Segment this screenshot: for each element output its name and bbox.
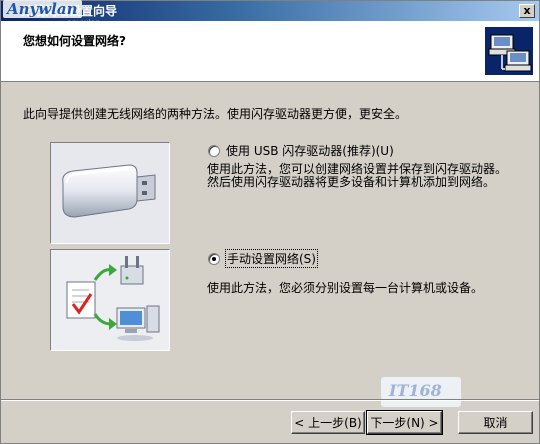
option-usb[interactable]: 使用 USB 闪存驱动器(推荐)(U)	[208, 142, 394, 159]
page-title: 您想如何设置网络?	[23, 34, 126, 48]
wizard-header: 您想如何设置网络?	[1, 21, 539, 82]
usb-option-description: 使用此方法，您可以创建网络设置并保存到闪存驱动器。然后使用闪存驱动器将更多设备和…	[207, 162, 508, 189]
back-button[interactable]: < 上一步(B)	[291, 411, 365, 434]
router-icon	[120, 256, 144, 285]
wizard-window: 无线网络设置向导 Anywlan anywlan x 您想如何设置网络? 此向导…	[0, 0, 540, 444]
usb-drive-illustration	[50, 142, 170, 244]
cancel-button[interactable]: 取消	[458, 411, 533, 434]
usb-drive-icon	[62, 164, 156, 218]
arrow-icon	[93, 264, 117, 330]
option-manual[interactable]: 手动设置网络(S)	[208, 249, 318, 268]
close-button[interactable]: x	[519, 4, 535, 18]
manual-option-description: 使用此方法，您必须分别设置每一台计算机或设备。	[207, 281, 484, 295]
manual-option-label[interactable]: 手动设置网络(S)	[225, 249, 318, 268]
computer-icon	[116, 305, 160, 341]
manual-radio[interactable]	[208, 252, 220, 265]
site-watermark: IT168	[381, 377, 461, 407]
usb-option-label[interactable]: 使用 USB 闪存驱动器(推荐)(U)	[226, 142, 394, 159]
usb-radio[interactable]	[208, 144, 220, 157]
next-button[interactable]: 下一步(N) >	[366, 410, 443, 435]
intro-text: 此向导提供创建无线网络的两种方法。使用闪存驱动器更方便，更安全。	[23, 107, 408, 121]
checklist-icon	[66, 281, 96, 319]
watermark-logo: Anywlan	[3, 0, 82, 18]
divider	[1, 399, 539, 401]
manual-setup-illustration	[50, 249, 170, 351]
title-bar: 无线网络设置向导 Anywlan anywlan x	[1, 0, 539, 27]
network-computers-icon	[485, 27, 533, 75]
